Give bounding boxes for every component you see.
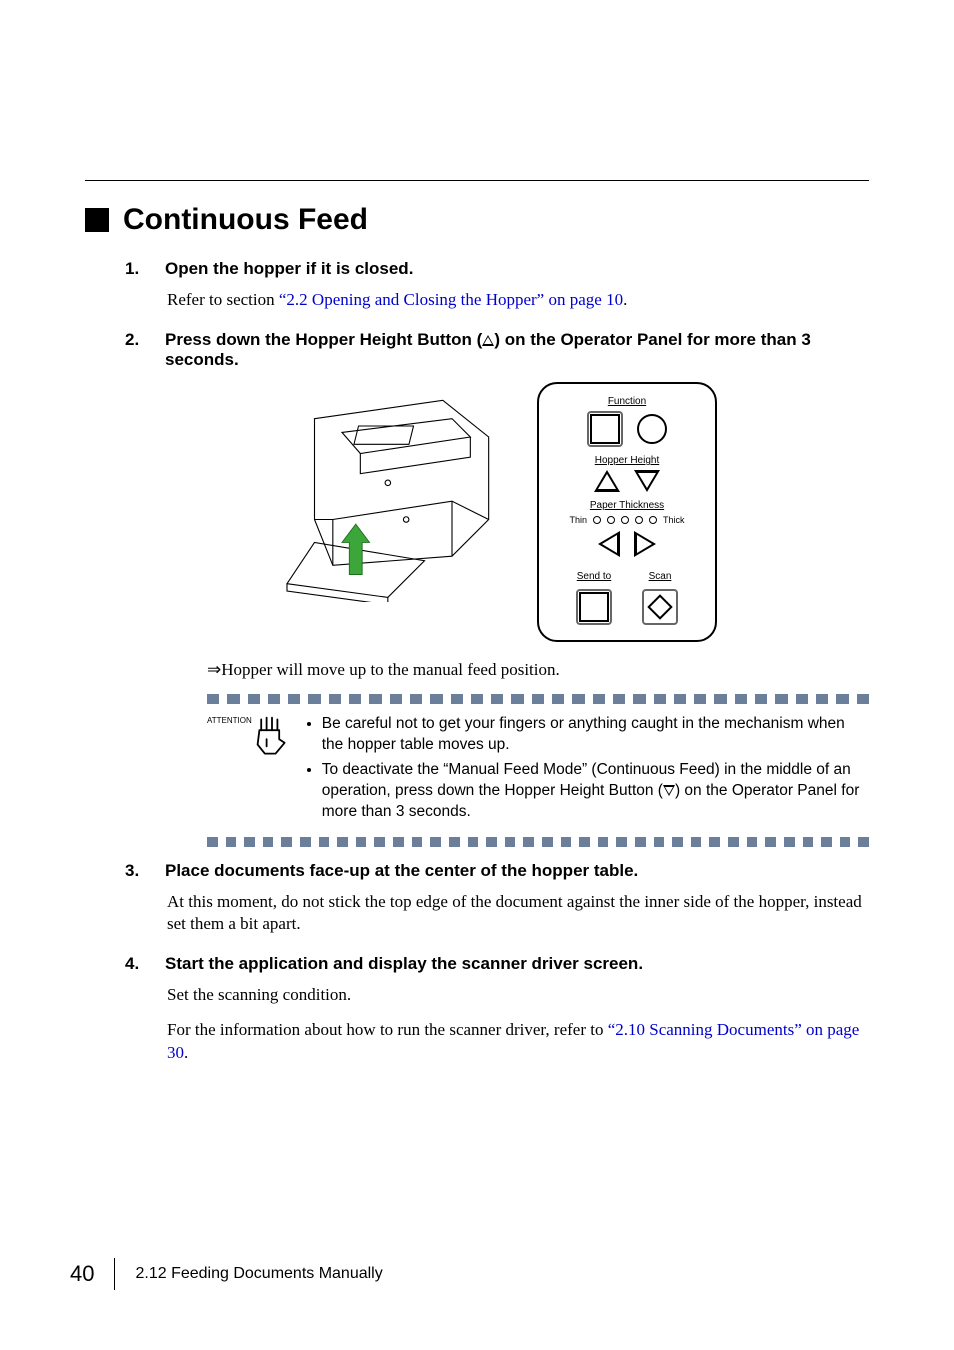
step-title: Place documents face-up at the center of… [165, 861, 638, 881]
attention-hand-icon [254, 714, 290, 757]
separator-dashes-bottom [207, 837, 869, 847]
scanner-illustration [277, 382, 517, 602]
panel-paper-label: Paper Thickness [590, 500, 664, 511]
step-title: Press down the Hopper Height Button () o… [165, 330, 869, 370]
result-text: ⇒Hopper will move up to the manual feed … [207, 660, 869, 680]
panel-function-label: Function [608, 396, 646, 407]
separator-dashes-top [207, 694, 869, 704]
panel-hopper-label: Hopper Height [595, 455, 659, 466]
step-3: 3. Place documents face-up at the center… [125, 861, 869, 937]
sendto-button [576, 589, 612, 625]
triangle-down-icon [663, 785, 675, 796]
ref-prefix: Refer to section [167, 290, 279, 309]
thickness-left-button [598, 531, 620, 557]
figure-row: Function Hopper Height Paper Thickness T… [125, 382, 869, 642]
step-number: 4. [125, 954, 145, 974]
thickness-right-button [634, 531, 656, 557]
step-number: 1. [125, 259, 145, 279]
sendto-label: Send to [577, 571, 611, 582]
attention-label: ATTENTION [207, 714, 252, 725]
step-2: 2. Press down the Hopper Height Button (… [125, 330, 869, 847]
hopper-down-button [634, 470, 660, 492]
step-title-part-a: Press down the Hopper Height Button ( [165, 330, 482, 349]
step-title: Start the application and display the sc… [165, 954, 643, 974]
step-4: 4. Start the application and display the… [125, 954, 869, 1065]
step-number: 3. [125, 861, 145, 881]
operator-panel-figure: Function Hopper Height Paper Thickness T… [537, 382, 717, 642]
step-body-1: Set the scanning condition. [167, 984, 869, 1007]
function-display [587, 411, 623, 447]
step-body: At this moment, do not stick the top edg… [167, 891, 869, 937]
page-footer: 40 2.12 Feeding Documents Manually [70, 1258, 383, 1290]
green-up-arrow-icon [342, 524, 370, 574]
step-body-2a: For the information about how to run the… [167, 1020, 608, 1039]
function-button [637, 414, 667, 444]
heading-text: Continuous Feed [123, 203, 368, 237]
attention-item-2: To deactivate the “Manual Feed Mode” (Co… [322, 760, 869, 823]
step-1: 1. Open the hopper if it is closed. Refe… [125, 259, 869, 312]
page-number: 40 [70, 1261, 94, 1287]
attention-text: Be careful not to get your fingers or an… [304, 714, 869, 827]
thick-label: Thick [663, 515, 685, 525]
heading-bullet-icon [85, 208, 109, 232]
thickness-indicator: Thin Thick [569, 515, 684, 525]
attention-item-1: Be careful not to get your fingers or an… [322, 714, 869, 756]
scan-label: Scan [649, 571, 672, 582]
horizontal-rule [85, 180, 869, 181]
attention-callout: ATTENTION Be careful not to get your fin… [207, 714, 869, 827]
step-body-2b: . [184, 1043, 188, 1062]
thin-label: Thin [569, 515, 587, 525]
cross-reference-link[interactable]: “2.2 Opening and Closing the Hopper” on … [279, 290, 623, 309]
scan-button [642, 589, 678, 625]
hopper-up-button [594, 470, 620, 492]
step-title: Open the hopper if it is closed. [165, 259, 413, 279]
footer-section-title: 2.12 Feeding Documents Manually [135, 1265, 382, 1283]
triangle-up-icon [482, 335, 494, 346]
ref-suffix: . [623, 290, 627, 309]
footer-separator [114, 1258, 115, 1290]
step-number: 2. [125, 330, 145, 370]
section-heading: Continuous Feed [85, 203, 869, 237]
